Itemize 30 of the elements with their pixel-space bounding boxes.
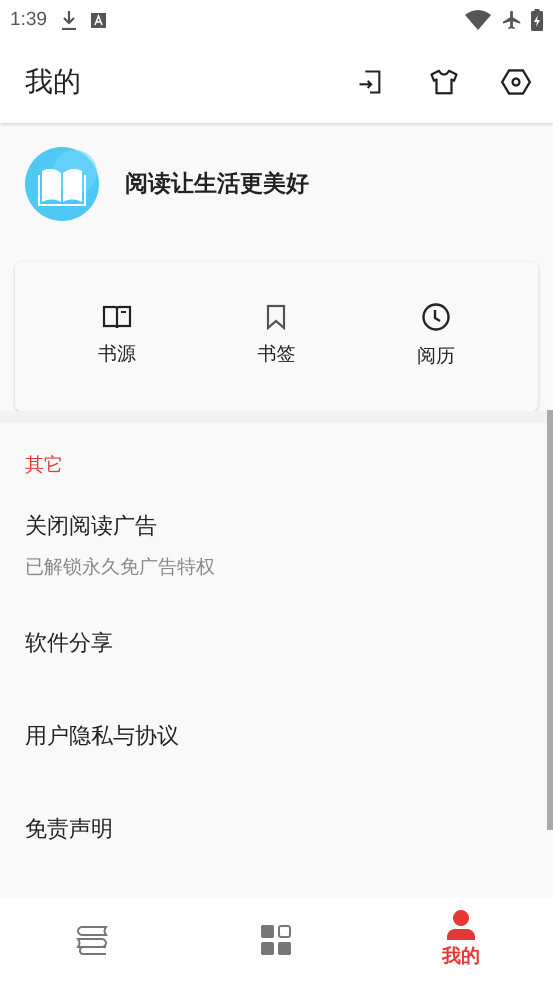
slogan: 阅读让生活更美好 [125, 170, 309, 199]
download-icon [60, 10, 77, 30]
clock-icon [421, 302, 452, 332]
font-icon [90, 12, 106, 28]
airplane-icon [501, 9, 523, 31]
menu-item[interactable]: 用户隐私与协议 [25, 690, 545, 783]
menu-item-title: 关闭阅读广告 [25, 512, 158, 540]
bookshelf-icon [76, 924, 108, 954]
menu-item-title: 免责声明 [25, 816, 113, 844]
menu-item-subtitle: 已解锁永久免广告特权 [25, 554, 216, 580]
nav-tab[interactable]: 我的 [368, 898, 553, 983]
tshirt-icon [429, 68, 459, 96]
section-header: 其它 [25, 453, 63, 478]
status-time: 1:39 [10, 8, 47, 32]
shortcut-button[interactable]: 阅历 [356, 286, 516, 386]
book-icon [102, 304, 132, 330]
page-title: 我的 [25, 64, 81, 100]
menu-item[interactable]: 免责声明 [25, 783, 545, 876]
battery-icon [531, 9, 543, 31]
menu-item-title: 软件分享 [25, 630, 113, 658]
menu-item[interactable]: 关闭阅读广告 已解锁永久免广告特权 [25, 480, 545, 597]
wifi-icon [465, 10, 491, 30]
person-icon [446, 910, 476, 940]
menu-item-title: 用户隐私与协议 [25, 723, 179, 751]
grid-icon [261, 924, 292, 954]
shortcut-button[interactable]: 书源 [37, 286, 197, 386]
bookmark-icon [266, 304, 286, 330]
menu-item[interactable]: 软件分享 [25, 597, 545, 690]
settings-icon [501, 68, 531, 96]
shortcut-button[interactable]: 书签 [196, 286, 356, 386]
